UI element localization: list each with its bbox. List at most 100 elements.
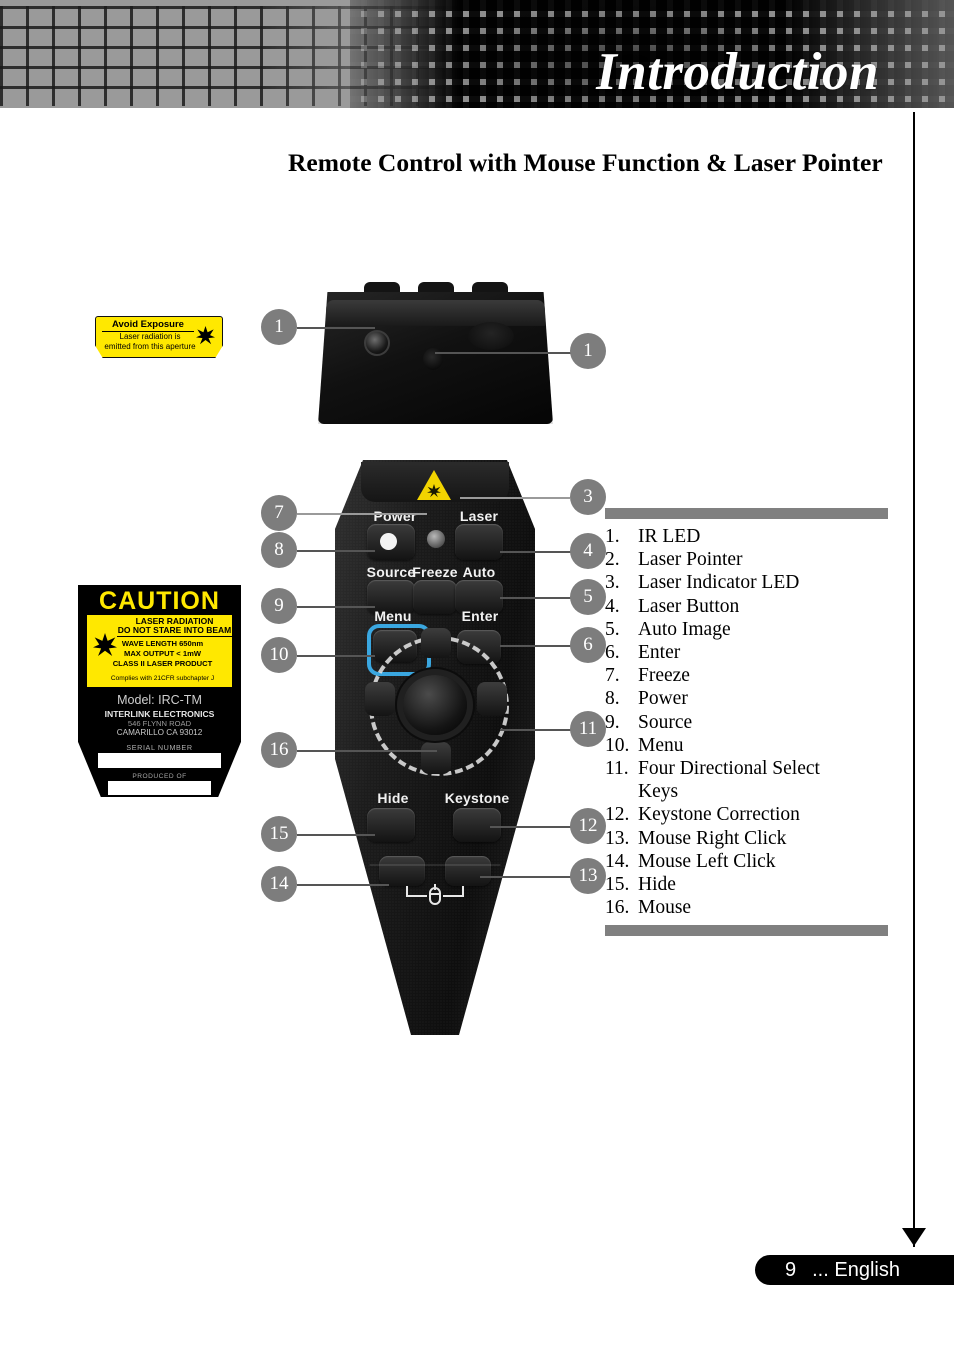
legend-item-number: 15. [605, 874, 630, 896]
legend-item: 4. Laser Button [605, 595, 917, 618]
legend-item: 5. Auto Image [605, 618, 917, 641]
hide-button[interactable] [367, 808, 415, 842]
caution-serial-box [98, 753, 221, 768]
legend-item-label-line1: Laser Indicator LED [638, 572, 800, 594]
legend-item-number: 6. [605, 642, 620, 664]
callout-1-right: 1 [570, 333, 606, 369]
leader-line [297, 884, 389, 886]
legend-item-number: 11. [605, 758, 629, 780]
legend-item-label: Freeze [638, 664, 917, 687]
legend-panel: 1. IR LED 2. Laser Pointer 3. Laser Indicator… [605, 508, 917, 937]
legend-item-label-line1: Enter [638, 642, 681, 664]
leader-line [480, 876, 572, 878]
legend-item: 12. Keystone Correction [605, 803, 917, 826]
callout-12: 12 [570, 808, 606, 844]
caution-class: CLASS II LASER PRODUCT [112, 658, 213, 668]
avoid-exposure-line2: Laser radiation is [119, 332, 181, 341]
avoid-exposure-line3: emitted from this aperture [104, 341, 196, 351]
laser-warning-triangle-icon [417, 470, 451, 500]
legend-item-label-line1: Mouse Right Click [638, 827, 787, 849]
direction-right-key[interactable] [477, 682, 507, 716]
keystone-button[interactable] [453, 808, 501, 842]
caution-address-1: 546 FLYNN ROAD [127, 719, 192, 728]
legend-item-number: 5. [605, 618, 620, 640]
legend-item-label: Mouse Left Click [638, 850, 917, 873]
legend-item-number: 10. [605, 734, 630, 756]
callout-5: 5 [570, 579, 606, 615]
legend-item-label: Laser Pointer [638, 548, 917, 571]
caution-produced-heading: PRODUCED OF [132, 773, 187, 780]
caution-wavelength: WAVE LENGTH 650nm [121, 639, 204, 648]
leader-line [490, 826, 572, 828]
legend-item: 8. Power [605, 687, 917, 710]
mouse-trackball[interactable] [403, 675, 467, 735]
legend-item-label: Laser Indicator LED [638, 571, 917, 594]
leader-line [297, 750, 437, 752]
leader-line [500, 645, 572, 647]
callout-1-left: 1 [261, 309, 297, 345]
legend-item-label: IR LED [638, 525, 917, 548]
direction-up-key[interactable] [421, 628, 451, 658]
legend-item: 10. Menu [605, 734, 917, 757]
laser-button[interactable] [455, 524, 503, 560]
legend-item: 16. Mouse [605, 896, 917, 919]
manual-page: Introduction Remote Control with Mouse F… [0, 0, 954, 1352]
callout-10: 10 [261, 637, 297, 673]
legend-item-label: Menu [638, 734, 917, 757]
legend-item-label: Source [638, 711, 917, 734]
callout-14: 14 [261, 866, 297, 902]
remote-top-body [318, 292, 553, 424]
direction-left-key[interactable] [365, 682, 395, 716]
callout-15: 15 [261, 816, 297, 852]
legend-item-number: 8. [605, 688, 620, 710]
leader-line [500, 729, 572, 731]
remote-top-dimple [468, 322, 514, 350]
legend-item: 15. Hide [605, 873, 917, 896]
legend-item-label-line2: Keys [638, 781, 679, 803]
legend-item-label: Enter [638, 641, 917, 664]
caution-label: CAUTION LASER RADIATION DO NOT STARE INT… [78, 585, 241, 797]
leader-line [435, 352, 575, 354]
caution-max-output: MAX OUTPUT < 1mW [124, 648, 201, 658]
caution-company: INTERLINK ELECTRONICS [104, 709, 215, 719]
legend-item-number: 9. [605, 711, 620, 733]
legend-item-label: Mouse Right Click [638, 827, 917, 850]
legend-top-divider [605, 508, 888, 519]
leader-line [297, 550, 375, 552]
caution-specs: WAVE LENGTH 650nm MAX OUTPUT < 1mW CLASS… [93, 639, 232, 668]
leader-line [297, 513, 427, 515]
legend-item: 6. Enter [605, 641, 917, 664]
legend-item: 3. Laser Indicator LED [605, 571, 917, 594]
caution-produced-box [108, 781, 211, 795]
legend-item-label-line1: Mouse [638, 897, 692, 919]
legend-item-label-line1: Source [638, 711, 693, 733]
footer-language: ... English [812, 1258, 900, 1281]
legend-item-label: Laser Button [638, 595, 917, 618]
callout-7: 7 [261, 495, 297, 531]
legend-item-label-line1: Auto Image [638, 618, 731, 640]
legend-item-number: 12. [605, 804, 630, 826]
legend-item: 2. Laser Pointer [605, 548, 917, 571]
legend-item-label: Power [638, 687, 917, 710]
remote-top-lip [326, 300, 545, 326]
legend-item-number: 1. [605, 526, 620, 547]
callout-3: 3 [570, 479, 606, 515]
legend-item-label-line1: Laser Pointer [638, 549, 743, 571]
caution-compliance: Complies with 21CFR subchapter J [110, 675, 215, 682]
direction-down-key[interactable] [421, 742, 451, 774]
laser-aperture-icon [364, 330, 390, 356]
legend-item-label: Mouse [638, 896, 917, 919]
leader-line [500, 551, 572, 553]
callout-16: 16 [261, 732, 297, 768]
legend-item-label-line1: Hide [638, 874, 676, 896]
legend-item: 9. Source [605, 711, 917, 734]
legend-item-number: 14. [605, 850, 630, 872]
page-number: 9 [785, 1258, 797, 1281]
legend-item: 13. Mouse Right Click [605, 827, 917, 850]
leader-line [297, 834, 375, 836]
legend-item: 1. IR LED [605, 525, 917, 548]
power-button[interactable] [367, 524, 415, 560]
legend-item-label-line1: Four Directional Select [638, 758, 820, 780]
leader-line [500, 597, 572, 599]
legend-item-number: 3. [605, 572, 620, 594]
